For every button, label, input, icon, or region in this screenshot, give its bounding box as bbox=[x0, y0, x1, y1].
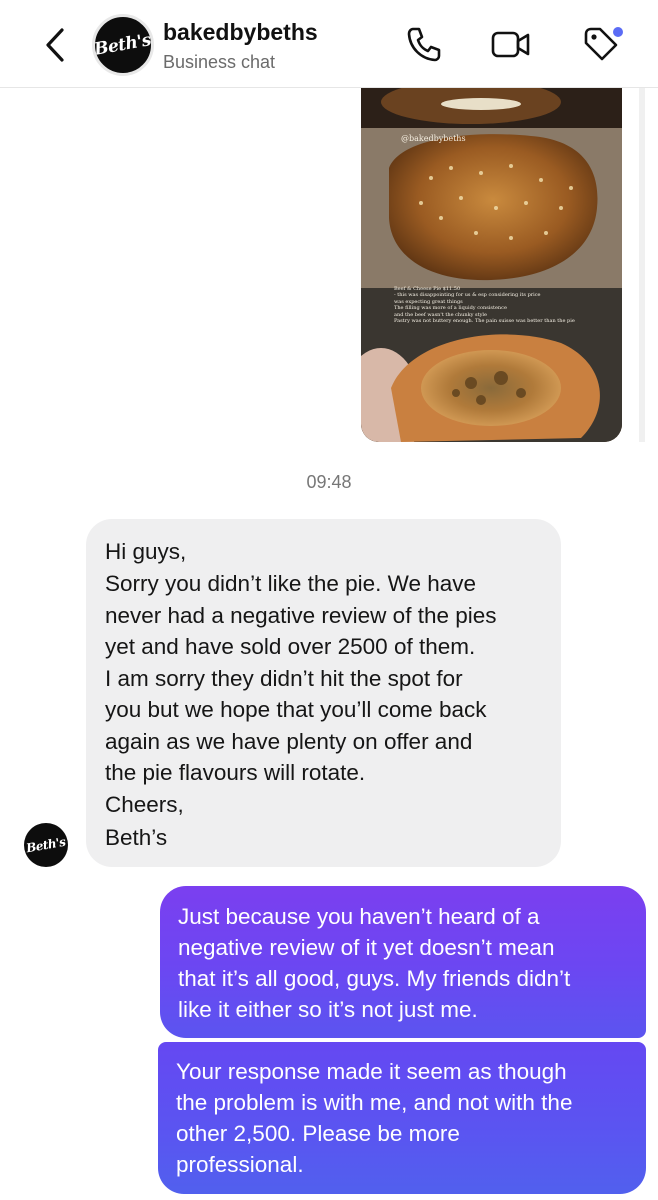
message-line: professional. bbox=[176, 1152, 304, 1177]
message-line: like it either so it’s not just me. bbox=[178, 997, 478, 1022]
message-line: Beth’s bbox=[105, 824, 168, 850]
message-line: that it’s all good, guys. My friends did… bbox=[178, 966, 571, 991]
image-watermark: @bakedbybeths bbox=[401, 134, 466, 143]
shared-story-image[interactable]: @bakedbybeths Beef & Cheese Pie $11.50 -… bbox=[361, 88, 622, 442]
message-line: again as we have plenty on offer and bbox=[105, 728, 473, 754]
phone-icon bbox=[407, 27, 441, 62]
video-camera-icon bbox=[491, 31, 530, 58]
message-line: the pie flavours will rotate. bbox=[105, 760, 366, 786]
message-line: yet and have sold over 2500 of them. bbox=[105, 633, 476, 659]
price-tag-icon bbox=[584, 27, 623, 61]
tag-button[interactable] bbox=[578, 24, 623, 64]
message-timestamp: 09:48 bbox=[306, 472, 352, 492]
message-paragraph: Beth’s bbox=[105, 822, 543, 853]
message-line: Cheers, bbox=[105, 792, 184, 818]
message-line: Just because you haven’t heard of a bbox=[178, 904, 540, 929]
image-scrollbar[interactable] bbox=[639, 88, 645, 442]
message-line: negative review of it yet doesn’t mean bbox=[178, 935, 555, 960]
chat-type-label: Business chat bbox=[163, 52, 276, 72]
message-paragraph: Sorry you didn’t like the pie. We have n… bbox=[105, 568, 543, 662]
caption-line: Pastry was not buttery enough. The pain … bbox=[394, 318, 575, 325]
account-name[interactable]: bakedbybeths bbox=[163, 19, 318, 46]
chevron-left-icon bbox=[46, 28, 64, 62]
incoming-message-bubble[interactable]: Hi guys, Sorry you didn’t like the pie. … bbox=[86, 519, 561, 867]
outgoing-message-bubble[interactable]: Your response made it seem as though the… bbox=[158, 1042, 646, 1194]
message-paragraph: I am sorry they didn’t hit the spot for … bbox=[105, 663, 543, 788]
outgoing-message-bubble[interactable]: Just because you haven’t heard of a nega… bbox=[160, 886, 646, 1038]
profile-avatar[interactable]: Beth's bbox=[92, 14, 154, 76]
message-paragraph: Hi guys, bbox=[105, 536, 543, 567]
message-line: other 2,500. Please be more bbox=[176, 1121, 460, 1146]
message-line: Your response made it seem as though bbox=[176, 1059, 567, 1084]
message-paragraph: Cheers, bbox=[105, 789, 543, 820]
sender-avatar[interactable]: Beth's bbox=[24, 823, 68, 867]
chat-header: Beth's bakedbybeths Business chat bbox=[0, 0, 658, 88]
brand-logo: Beth's bbox=[93, 30, 153, 60]
message-line: never had a negative review of the pies bbox=[105, 602, 497, 628]
message-line: I am sorry they didn’t hit the spot for bbox=[105, 666, 463, 692]
call-button[interactable] bbox=[404, 24, 444, 64]
back-button[interactable] bbox=[38, 24, 74, 66]
message-line: the problem is with me, and not with the bbox=[176, 1090, 573, 1115]
brand-logo: Beth's bbox=[25, 834, 67, 856]
message-line: Sorry you didn’t like the pie. We have bbox=[105, 571, 477, 597]
message-line: you but we hope that you’ll come back bbox=[105, 697, 487, 723]
message-line: Hi guys, bbox=[105, 539, 187, 564]
notification-badge-icon bbox=[613, 27, 623, 37]
image-caption: Beef & Cheese Pie $11.50 - this was disa… bbox=[394, 286, 575, 324]
video-call-button[interactable] bbox=[490, 24, 530, 64]
